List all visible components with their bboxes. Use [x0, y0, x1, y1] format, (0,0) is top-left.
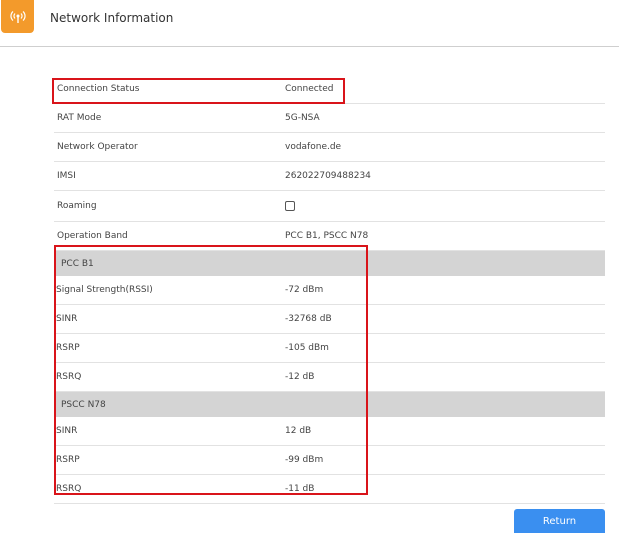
page-title: Network Information [50, 11, 174, 25]
row-value: PCC B1, PSCC N78 [285, 231, 369, 241]
table-row: Signal Strength(RSSI) -72 dBm [54, 276, 605, 305]
table-row: RSRP -105 dBm [54, 334, 605, 363]
row-label: RSRP [56, 455, 80, 465]
row-rat-mode: RAT Mode 5G-NSA [54, 104, 605, 133]
table-row: SINR -32768 dB [54, 305, 605, 334]
row-value: vodafone.de [285, 142, 342, 152]
group-header-pscc: PSCC N78 [54, 392, 605, 417]
row-value: -12 dB [285, 372, 315, 382]
row-label: RSRQ [56, 484, 82, 494]
row-value: 5G-NSA [285, 113, 320, 123]
row-value: 262022709488234 [285, 171, 371, 181]
page-header: Network Information [0, 0, 619, 47]
row-label: Roaming [57, 201, 97, 211]
row-value: -32768 dB [285, 314, 332, 324]
row-imsi: IMSI 262022709488234 [54, 162, 605, 191]
row-value: Connected [285, 84, 334, 94]
group-title: PSCC N78 [61, 400, 106, 410]
row-network-operator: Network Operator vodafone.de [54, 133, 605, 162]
return-button[interactable]: Return [514, 509, 605, 533]
table-row: SINR 12 dB [54, 417, 605, 446]
row-label: Connection Status [57, 84, 140, 94]
row-label: SINR [56, 426, 78, 436]
row-label: Operation Band [57, 231, 128, 241]
table-row: RSRQ -12 dB [54, 363, 605, 392]
group-header-pcc: PCC B1 [54, 251, 605, 276]
row-value: -105 dBm [285, 343, 329, 353]
row-label: Signal Strength(RSSI) [56, 285, 153, 295]
row-value: -11 dB [285, 484, 315, 494]
row-roaming: Roaming [54, 191, 605, 222]
row-label: RAT Mode [57, 113, 102, 123]
row-label: IMSI [57, 171, 76, 181]
row-connection-status: Connection Status Connected [54, 75, 605, 104]
row-value: -99 dBm [285, 455, 324, 465]
row-label: SINR [56, 314, 78, 324]
group-title: PCC B1 [61, 259, 94, 269]
row-value: 12 dB [285, 426, 312, 436]
row-label: RSRQ [56, 372, 82, 382]
row-operation-band: Operation Band PCC B1, PSCC N78 [54, 222, 605, 251]
table-row: RSRQ -11 dB [54, 475, 605, 504]
table-row: RSRP -99 dBm [54, 446, 605, 475]
antenna-signal-icon [1, 0, 34, 33]
network-info-table: Connection Status Connected RAT Mode 5G-… [54, 75, 605, 504]
roaming-checkbox[interactable] [285, 201, 295, 211]
row-label: RSRP [56, 343, 80, 353]
row-label: Network Operator [57, 142, 138, 152]
row-value: -72 dBm [285, 285, 324, 295]
